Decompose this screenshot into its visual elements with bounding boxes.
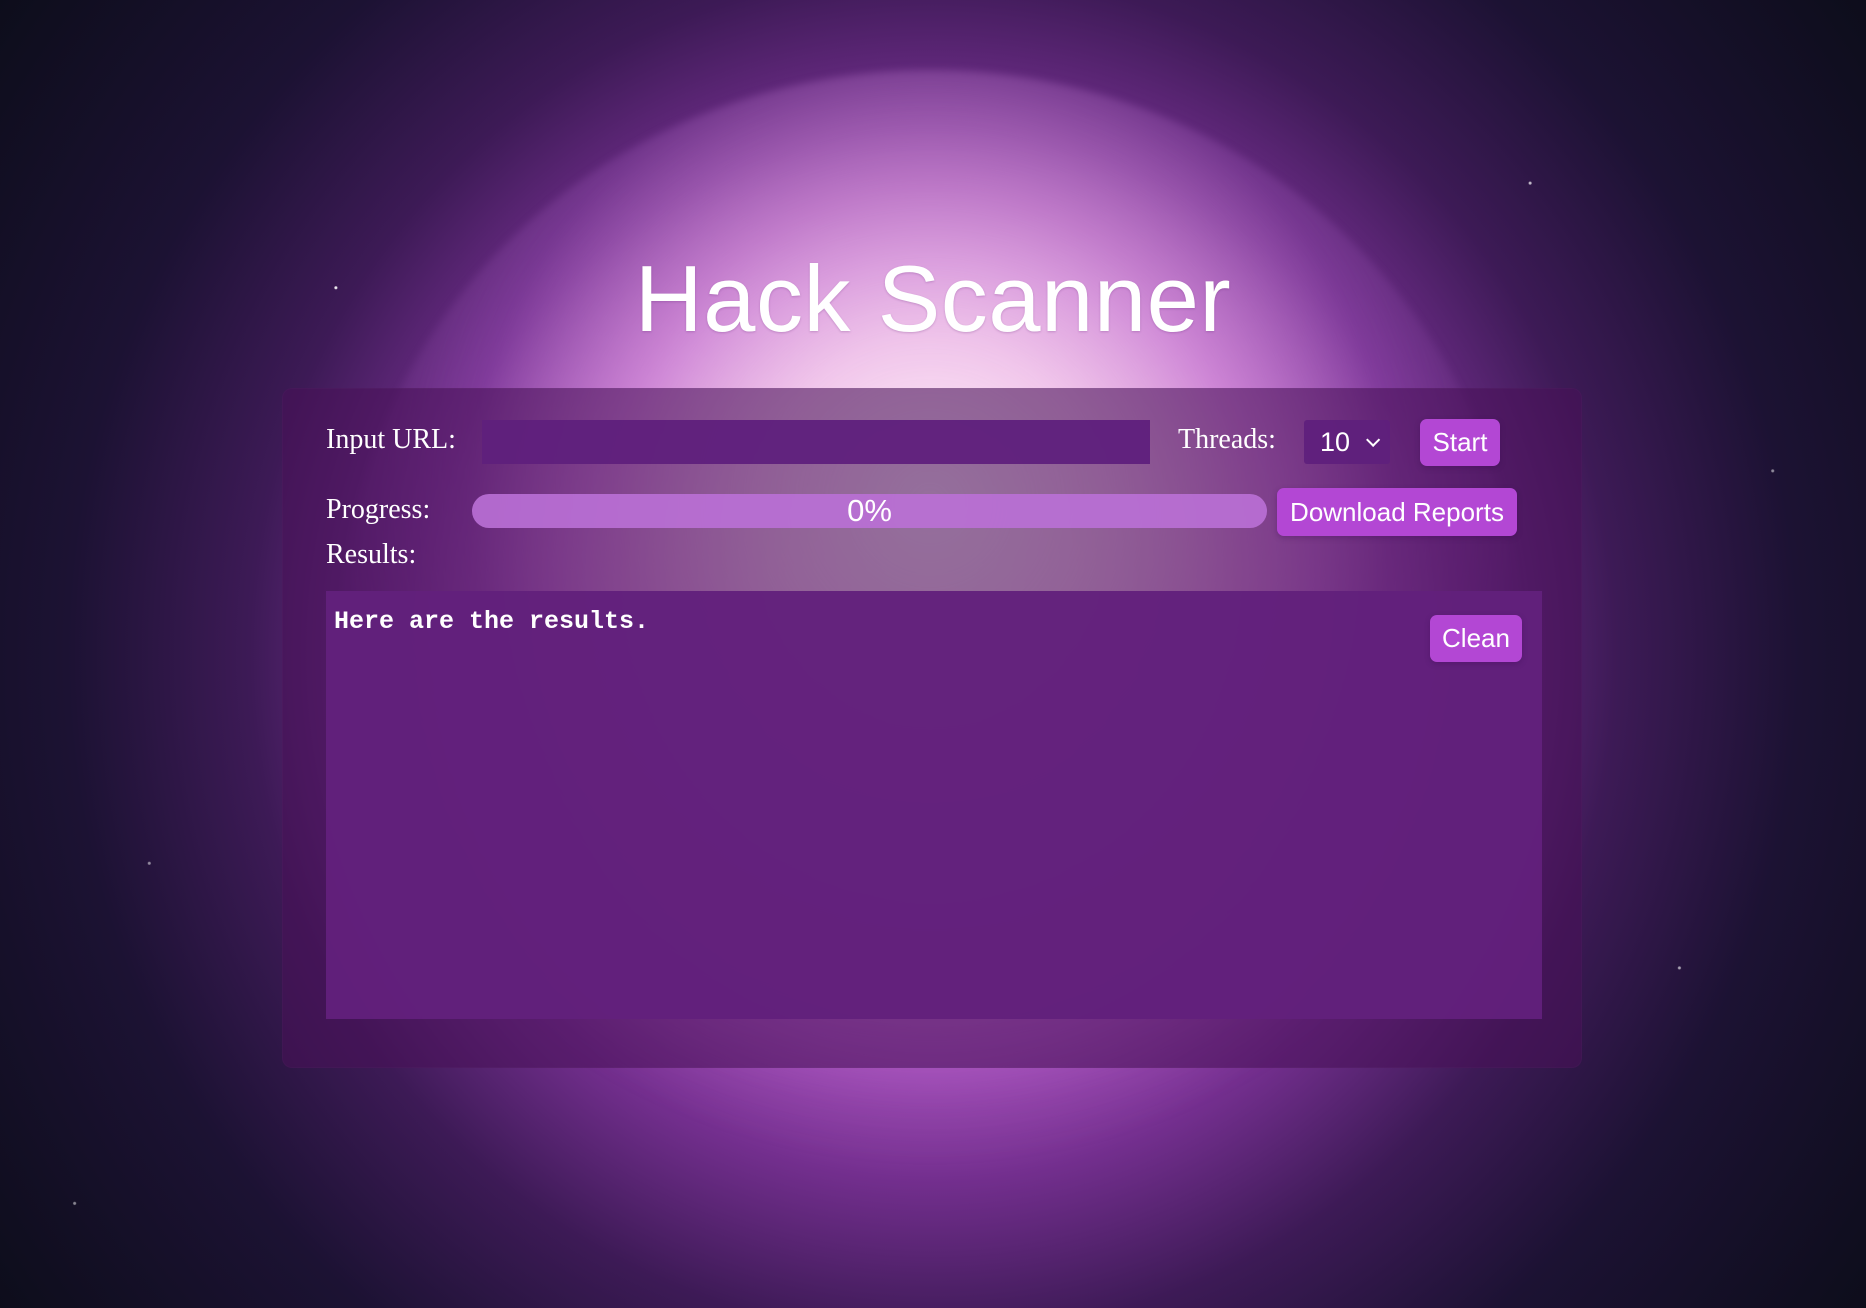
progress-label: Progress: (326, 494, 431, 525)
url-input[interactable] (482, 420, 1150, 464)
download-reports-button[interactable]: Download Reports (1277, 488, 1517, 536)
threads-select[interactable]: 10 (1304, 420, 1390, 464)
results-label: Results: (326, 539, 417, 570)
page-title: Hack Scanner (634, 246, 1232, 351)
chevron-down-icon (1366, 432, 1381, 447)
start-button[interactable]: Start (1420, 419, 1500, 466)
progress-text: 0% (847, 494, 892, 528)
clean-button[interactable]: Clean (1430, 615, 1522, 662)
input-url-label: Input URL: (326, 424, 456, 455)
results-output[interactable]: Here are the results. Clean (326, 591, 1542, 1019)
progress-bar: 0% (472, 494, 1267, 528)
threads-value: 10 (1320, 426, 1351, 457)
results-text: Here are the results. (334, 607, 650, 636)
scanner-panel: Input URL: Threads: 10 Start Progress: 0… (282, 388, 1582, 1068)
threads-label: Threads: (1178, 424, 1276, 455)
